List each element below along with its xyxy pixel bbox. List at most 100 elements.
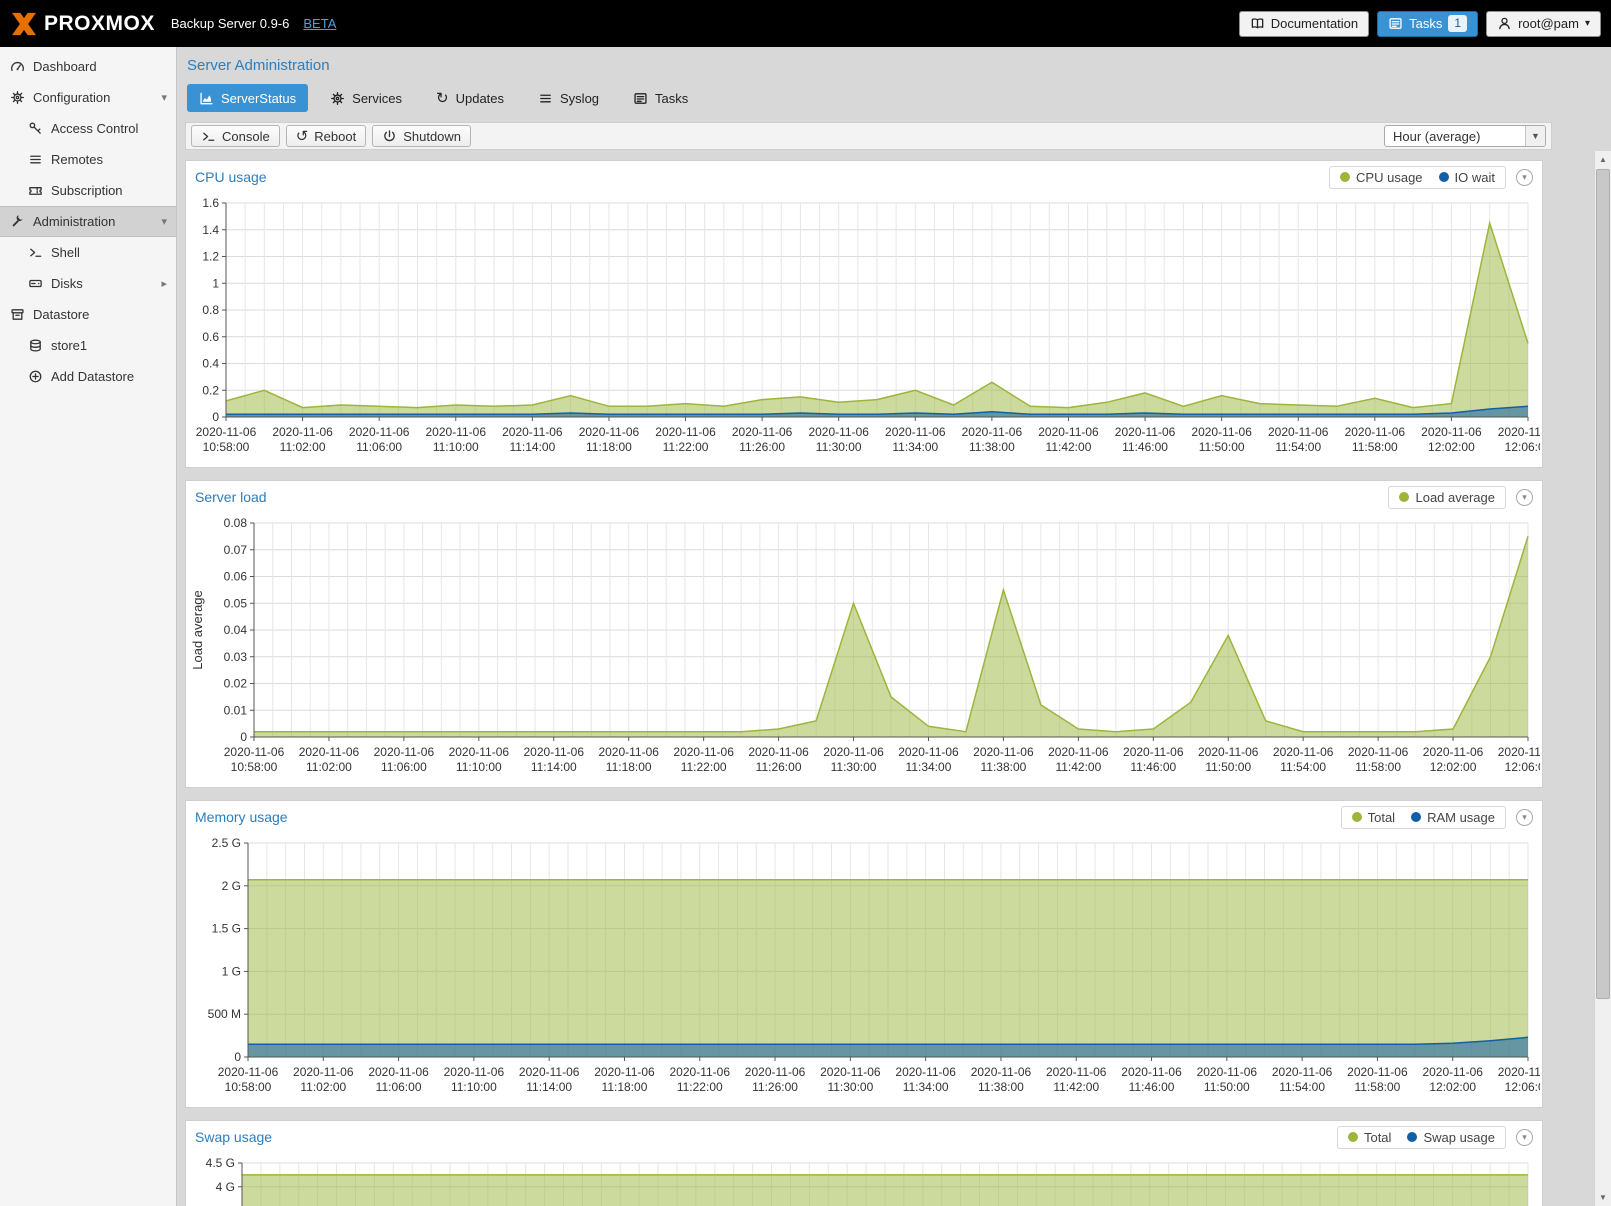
svg-text:0.05: 0.05 (224, 596, 248, 610)
svg-text:11:10:00: 11:10:00 (433, 440, 479, 454)
svg-text:0.07: 0.07 (224, 543, 248, 557)
svg-text:11:46:00: 11:46:00 (1122, 440, 1168, 454)
svg-text:0: 0 (234, 1050, 241, 1064)
sidebar-item-label: Datastore (33, 307, 89, 322)
collapse-panel-button[interactable]: ▾ (1516, 809, 1533, 826)
shutdown-button[interactable]: Shutdown (372, 125, 471, 147)
svg-text:2020-11-06: 2020-11-06 (449, 745, 510, 759)
chart-legend: Load average (1388, 486, 1506, 509)
svg-text:11:06:00: 11:06:00 (376, 1080, 422, 1094)
svg-text:11:06:00: 11:06:00 (356, 440, 402, 454)
scrollbar-down-arrow[interactable]: ▼ (1595, 1189, 1611, 1206)
svg-text:2020-11-06: 2020-11-06 (748, 745, 809, 759)
svg-text:2020-11-06: 2020-11-06 (895, 1065, 956, 1079)
collapse-panel-button[interactable]: ▾ (1516, 1129, 1533, 1146)
main-content: Server Administration ServerStatus Servi… (177, 47, 1594, 1206)
sidebar-item-disks[interactable]: Disks ▸ (0, 268, 176, 299)
panel-title: Swap usage (195, 1129, 272, 1145)
svg-text:2020-11-06: 2020-11-06 (444, 1065, 505, 1079)
legend-label: Swap usage (1423, 1130, 1495, 1145)
swap-usage-chart: 0500 M1 G1.5 G2 G2.5 G3 G3.5 G4 G4.5 G20… (188, 1153, 1540, 1206)
sidebar-item-configuration[interactable]: Configuration ▾ (0, 82, 176, 113)
vertical-scrollbar[interactable]: ▲ ▼ (1594, 151, 1611, 1206)
combo-trigger[interactable]: ▼ (1525, 126, 1545, 146)
svg-text:11:38:00: 11:38:00 (969, 440, 1015, 454)
svg-text:2020-11-06: 2020-11-06 (820, 1065, 881, 1079)
cpu-usage-chart: 00.20.40.60.811.21.41.62020-11-0610:58:0… (188, 193, 1540, 463)
tasks-label: Tasks (1409, 16, 1442, 31)
sidebar-item-shell[interactable]: Shell (0, 237, 176, 268)
panel-header: Swap usage Total Swap usage ▾ (186, 1121, 1542, 1153)
svg-text:11:34:00: 11:34:00 (906, 760, 952, 774)
tasks-count-badge: 1 (1448, 15, 1467, 32)
user-menu-button[interactable]: root@pam ▾ (1486, 11, 1601, 37)
svg-text:2020-11-06: 2020-11-06 (579, 425, 640, 439)
sidebar-item-administration[interactable]: Administration ▾ (0, 206, 176, 237)
svg-text:2020-11-06: 2020-11-06 (898, 745, 959, 759)
sidebar-item-label: Subscription (51, 183, 123, 198)
svg-text:11:06:00: 11:06:00 (381, 760, 427, 774)
console-button[interactable]: Console (191, 125, 280, 147)
svg-text:11:22:00: 11:22:00 (681, 760, 727, 774)
panel-header: Server load Load average ▾ (186, 481, 1542, 513)
shutdown-label: Shutdown (403, 129, 461, 144)
svg-text:11:38:00: 11:38:00 (980, 760, 1026, 774)
tab-updates[interactable]: ↻ Updates (424, 84, 516, 112)
svg-text:1.2: 1.2 (202, 250, 219, 264)
svg-text:11:42:00: 11:42:00 (1046, 440, 1092, 454)
timeframe-select[interactable]: Hour (average) ▼ (1384, 125, 1546, 147)
tab-label: Updates (456, 91, 504, 106)
svg-text:0.2: 0.2 (202, 383, 219, 397)
tab-syslog[interactable]: Syslog (526, 84, 611, 112)
top-header-bar: PROXMOX Backup Server 0.9-6 BETA Documen… (0, 0, 1611, 47)
svg-text:11:18:00: 11:18:00 (602, 1080, 648, 1094)
svg-text:11:42:00: 11:42:00 (1055, 760, 1101, 774)
sidebar-item-dashboard[interactable]: Dashboard (0, 51, 176, 82)
documentation-button[interactable]: Documentation (1239, 11, 1369, 37)
beta-link[interactable]: BETA (303, 16, 336, 31)
tasks-button[interactable]: Tasks 1 (1377, 11, 1478, 37)
scrollbar-up-arrow[interactable]: ▲ (1595, 151, 1611, 168)
svg-text:12:02:00: 12:02:00 (1430, 760, 1477, 774)
svg-text:1.5 G: 1.5 G (212, 922, 241, 936)
collapse-panel-button[interactable]: ▾ (1516, 489, 1533, 506)
svg-text:11:42:00: 11:42:00 (1053, 1080, 1099, 1094)
chevron-right-icon: ▸ (161, 277, 167, 290)
svg-text:0.08: 0.08 (224, 516, 248, 530)
svg-text:11:26:00: 11:26:00 (739, 440, 785, 454)
refresh-icon: ↻ (436, 91, 449, 106)
chart-legend: Total RAM usage (1341, 806, 1506, 829)
sidebar-item-remotes[interactable]: Remotes (0, 144, 176, 175)
svg-text:4 G: 4 G (216, 1180, 235, 1194)
gear-icon (10, 90, 25, 105)
brand-name: PROXMOX (44, 12, 155, 36)
svg-text:2020-11-06: 2020-11-06 (1268, 425, 1329, 439)
sidebar-item-datastore[interactable]: Datastore (0, 299, 176, 330)
sidebar-item-add-datastore[interactable]: Add Datastore (0, 361, 176, 392)
tab-services[interactable]: Services (318, 84, 414, 112)
svg-text:11:26:00: 11:26:00 (752, 1080, 798, 1094)
sidebar-item-store1[interactable]: store1 (0, 330, 176, 361)
sidebar-item-subscription[interactable]: Subscription (0, 175, 176, 206)
svg-text:11:30:00: 11:30:00 (827, 1080, 873, 1094)
chevron-down-icon: ▾ (1585, 18, 1590, 29)
panel-title: Server load (195, 489, 267, 505)
svg-text:0.04: 0.04 (224, 623, 248, 637)
collapse-panel-button[interactable]: ▾ (1516, 169, 1533, 186)
svg-text:2020-11-06: 2020-11-06 (1046, 1065, 1107, 1079)
scrollbar-thumb[interactable] (1596, 169, 1610, 999)
svg-text:2020-11-06: 2020-11-06 (594, 1065, 655, 1079)
reboot-button[interactable]: ↺ Reboot (286, 125, 367, 147)
tab-serverstatus[interactable]: ServerStatus (187, 84, 308, 112)
tab-label: ServerStatus (221, 91, 296, 106)
console-label: Console (222, 129, 270, 144)
svg-text:11:22:00: 11:22:00 (677, 1080, 723, 1094)
panel-title: CPU usage (195, 169, 267, 185)
sidebar-item-access-control[interactable]: Access Control (0, 113, 176, 144)
plus-circle-icon (28, 369, 43, 384)
tab-tasks[interactable]: Tasks (621, 84, 700, 112)
legend-swatch-green (1348, 1132, 1358, 1142)
charts-region: CPU usage CPU usage IO wait ▾ 00.20.40.6… (185, 160, 1552, 1206)
svg-text:2.5 G: 2.5 G (212, 836, 241, 850)
svg-text:11:26:00: 11:26:00 (756, 760, 802, 774)
